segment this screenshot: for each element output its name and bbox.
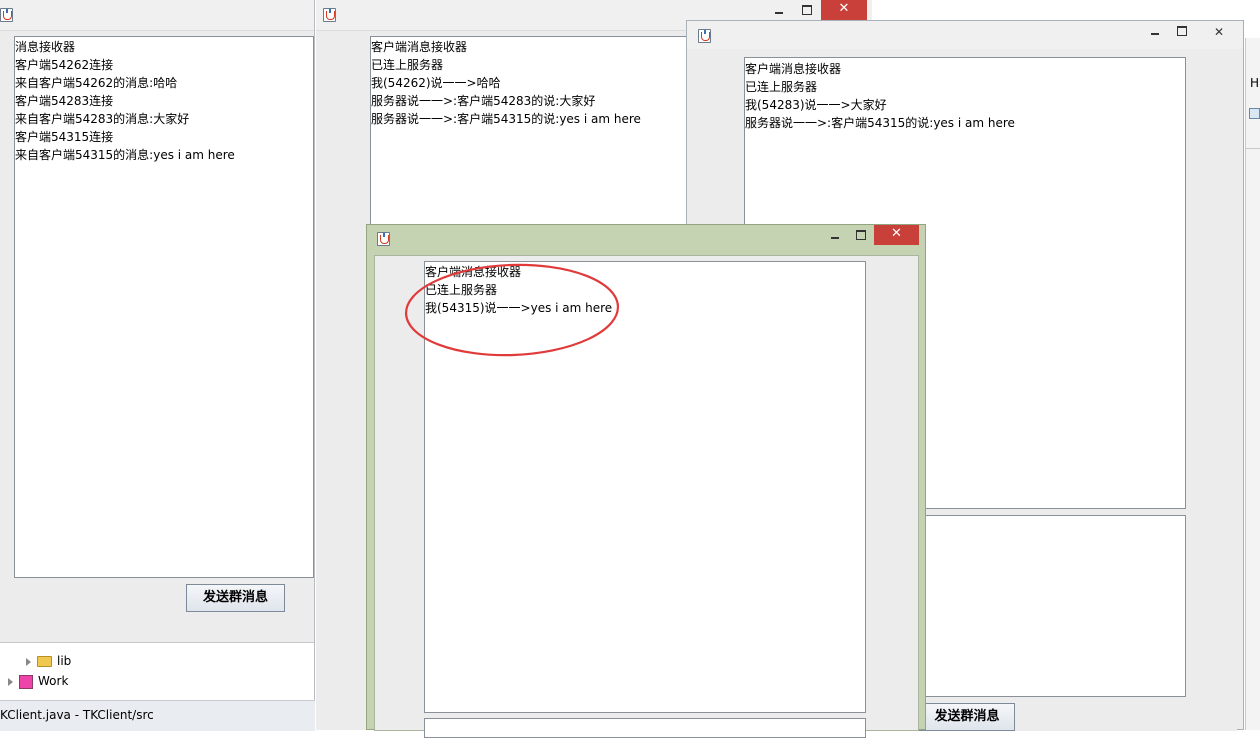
- package-explorer: lib Work: [0, 642, 314, 701]
- message-line: 已连上服务器: [745, 80, 818, 94]
- message-line: 我(54262)说一一>哈哈: [371, 76, 501, 90]
- server-window: 消息接收器 客户端54262连接 来自客户端54262的消息:哈哈 客户端542…: [0, 0, 315, 701]
- minimize-button[interactable]: [766, 0, 792, 20]
- log-line: 来自客户端54262的消息:哈哈: [15, 76, 178, 90]
- message-line: 服务器说一一>:客户端54283的说:大家好: [371, 94, 596, 108]
- minimize-button[interactable]: [1142, 21, 1168, 41]
- maximize-button[interactable]: [794, 0, 820, 20]
- java-icon: [698, 29, 711, 43]
- client2-titlebar[interactable]: ✕: [687, 21, 1243, 49]
- message-line: 我(54283)说一一>大家好: [745, 98, 887, 112]
- close-button[interactable]: ✕: [821, 0, 867, 20]
- message-line: 客户端消息接收器: [371, 40, 468, 54]
- message-line: 服务器说一一>:客户端54315的说:yes i am here: [371, 112, 641, 126]
- folder-icon: [37, 656, 52, 667]
- server-titlebar[interactable]: [0, 0, 314, 31]
- minimize-button[interactable]: [822, 225, 848, 245]
- log-line: 客户端54315连接: [15, 130, 114, 144]
- background-app-edge: H: [1245, 38, 1260, 730]
- close-button[interactable]: ✕: [1197, 23, 1241, 43]
- edge-icon: [1249, 108, 1260, 119]
- client1-message-area[interactable]: 客户端消息接收器 已连上服务器 我(54262)说一一>哈哈 服务器说一一>:客…: [370, 36, 700, 236]
- client3-titlebar[interactable]: ✕: [367, 225, 925, 253]
- log-line: 来自客户端54283的消息:大家好: [15, 112, 190, 126]
- server-log-area[interactable]: 消息接收器 客户端54262连接 来自客户端54262的消息:哈哈 客户端542…: [14, 36, 314, 578]
- log-line: 客户端54262连接: [15, 58, 114, 72]
- tree-item-lib[interactable]: lib: [26, 652, 71, 670]
- message-line: 服务器说一一>:客户端54315的说:yes i am here: [745, 116, 1015, 130]
- expand-arrow-icon[interactable]: [26, 657, 31, 666]
- java-icon: [0, 8, 13, 22]
- server-send-group-button[interactable]: 发送群消息: [186, 584, 285, 612]
- java-icon: [377, 232, 390, 246]
- edge-divider: [1246, 148, 1260, 149]
- java-icon: [323, 8, 336, 22]
- edge-text: H: [1250, 76, 1260, 90]
- maximize-button[interactable]: [848, 225, 874, 245]
- maximize-button[interactable]: [1169, 21, 1195, 41]
- client2-input-area[interactable]: [924, 515, 1186, 697]
- tree-item-work[interactable]: Work: [8, 672, 68, 690]
- message-line: 客户端消息接收器: [745, 62, 842, 76]
- message-line: 已连上服务器: [371, 58, 444, 72]
- status-bar: KClient.java - TKClient/src: [0, 700, 315, 731]
- project-icon: [19, 674, 33, 689]
- annotation-ellipse: [404, 263, 620, 357]
- close-button[interactable]: ✕: [874, 225, 919, 245]
- client3-input-area[interactable]: [424, 718, 866, 738]
- client2-send-group-button[interactable]: 发送群消息: [919, 703, 1015, 731]
- log-line: 消息接收器: [15, 40, 76, 54]
- log-line: 客户端54283连接: [15, 94, 114, 108]
- log-line: 来自客户端54315的消息:yes i am here: [15, 148, 235, 162]
- expand-arrow-icon[interactable]: [8, 677, 13, 686]
- status-text: KClient.java - TKClient/src: [0, 708, 154, 722]
- red-circle-mark: [404, 263, 620, 357]
